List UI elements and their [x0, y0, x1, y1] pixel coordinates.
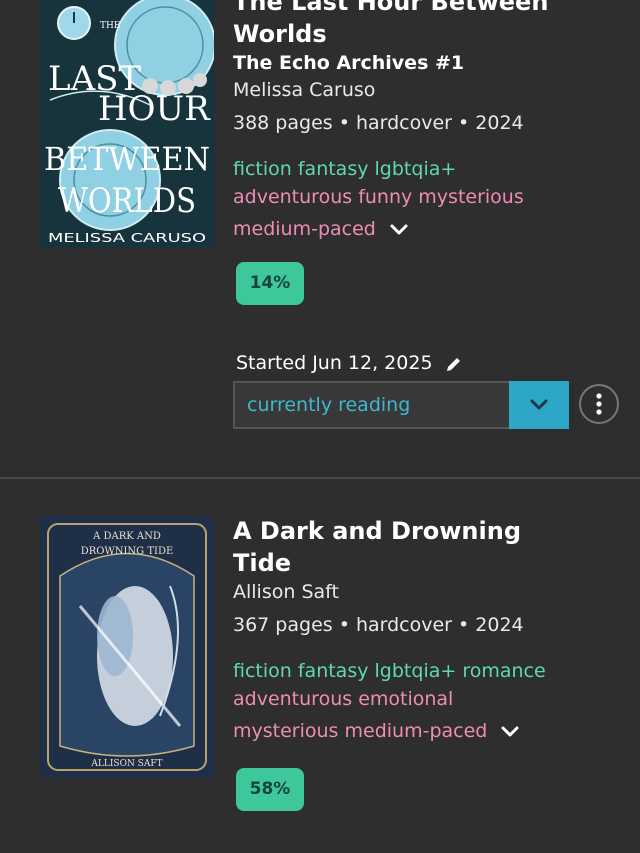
mood-tags: adventurous funny mysterious: [233, 183, 630, 211]
book-title[interactable]: The Last Hour Between Worlds: [233, 0, 630, 50]
svg-text:ALLISON SAFT: ALLISON SAFT: [90, 759, 162, 769]
genre-tag: fiction: [233, 660, 292, 682]
book-author[interactable]: Melissa Caruso: [233, 77, 630, 104]
chevron-down-icon[interactable]: [390, 223, 408, 237]
book-meta: 367 pages • hardcover • 2024: [233, 614, 524, 636]
more-options-button[interactable]: [579, 384, 619, 424]
mood-tag: mysterious: [418, 186, 524, 208]
svg-text:BETWEEN: BETWEEN: [44, 140, 210, 178]
mood-tag: adventurous: [233, 688, 353, 710]
mood-tag: funny: [358, 186, 413, 208]
pace-tags: medium-paced: [233, 215, 630, 243]
book-title[interactable]: A Dark and Drowning Tide: [233, 515, 533, 579]
book-meta: 388 pages • hardcover • 2024: [233, 112, 524, 134]
genre-tag: lgbtqia+: [374, 660, 457, 682]
chevron-down-icon[interactable]: [501, 725, 519, 739]
genre-tag: fantasy: [297, 158, 369, 180]
pencil-icon[interactable]: [445, 355, 463, 373]
mood-tag: mysterious: [233, 720, 339, 742]
genre-tag: fiction: [233, 158, 292, 180]
started-label: Started Jun 12, 2025: [236, 352, 433, 374]
book-author[interactable]: Allison Saft: [233, 579, 630, 606]
genre-tag: fantasy: [297, 660, 369, 682]
book-cover-2[interactable]: A DARK AND DROWNING TIDE ALLISON SAFT: [40, 516, 214, 778]
book-info-1: The Last Hour Between Worlds The Echo Ar…: [233, 0, 630, 243]
mood-tag: emotional: [358, 688, 454, 710]
genre-tag: lgbtqia+: [374, 158, 457, 180]
more-vertical-icon: [596, 393, 602, 415]
svg-text:HOUR: HOUR: [98, 89, 211, 129]
status-dropdown-button[interactable]: [509, 381, 569, 429]
started-date[interactable]: Started Jun 12, 2025: [236, 352, 463, 374]
genre-tag: romance: [462, 660, 546, 682]
svg-text:DROWNING TIDE: DROWNING TIDE: [81, 546, 174, 557]
book-series[interactable]: The Echo Archives #1: [233, 50, 630, 77]
book-tags: fiction fantasy lgbtqia+ adventurous fun…: [233, 155, 630, 243]
book-info-2: A Dark and Drowning Tide Allison Saft 36…: [233, 515, 630, 745]
progress-badge[interactable]: 58%: [236, 768, 304, 811]
mood-tag: medium-paced: [233, 218, 376, 240]
genre-tags: fiction fantasy lgbtqia+: [233, 155, 630, 183]
svg-text:A DARK AND: A DARK AND: [92, 531, 161, 542]
progress-badge[interactable]: 14%: [236, 262, 304, 305]
mood-tag: adventurous: [233, 186, 353, 208]
status-value: currently reading: [247, 394, 411, 416]
genre-tags: fiction fantasy lgbtqia+ romance: [233, 657, 630, 685]
cover-art-2: A DARK AND DROWNING TIDE ALLISON SAFT: [40, 516, 214, 778]
status-select[interactable]: currently reading: [233, 381, 569, 429]
book-tags: fiction fantasy lgbtqia+ romance adventu…: [233, 657, 630, 745]
mood-tags: adventurous emotional: [233, 685, 630, 713]
svg-text:MELISSA CARUSO: MELISSA CARUSO: [48, 231, 206, 245]
book-card-1: THE LAST HOUR BETWEEN WORLDS MELISSA CAR…: [0, 0, 640, 477]
mood-tag: medium-paced: [344, 720, 488, 742]
chevron-down-icon: [530, 399, 548, 410]
svg-text:WORLDS: WORLDS: [58, 181, 196, 221]
book-card-2: A DARK AND DROWNING TIDE ALLISON SAFT A …: [0, 479, 640, 853]
book-cover-1[interactable]: THE LAST HOUR BETWEEN WORLDS MELISSA CAR…: [40, 0, 214, 248]
svg-text:THE: THE: [100, 21, 120, 31]
pace-tags: mysterious medium-paced: [233, 717, 630, 745]
cover-art-1: THE LAST HOUR BETWEEN WORLDS MELISSA CAR…: [40, 0, 214, 248]
